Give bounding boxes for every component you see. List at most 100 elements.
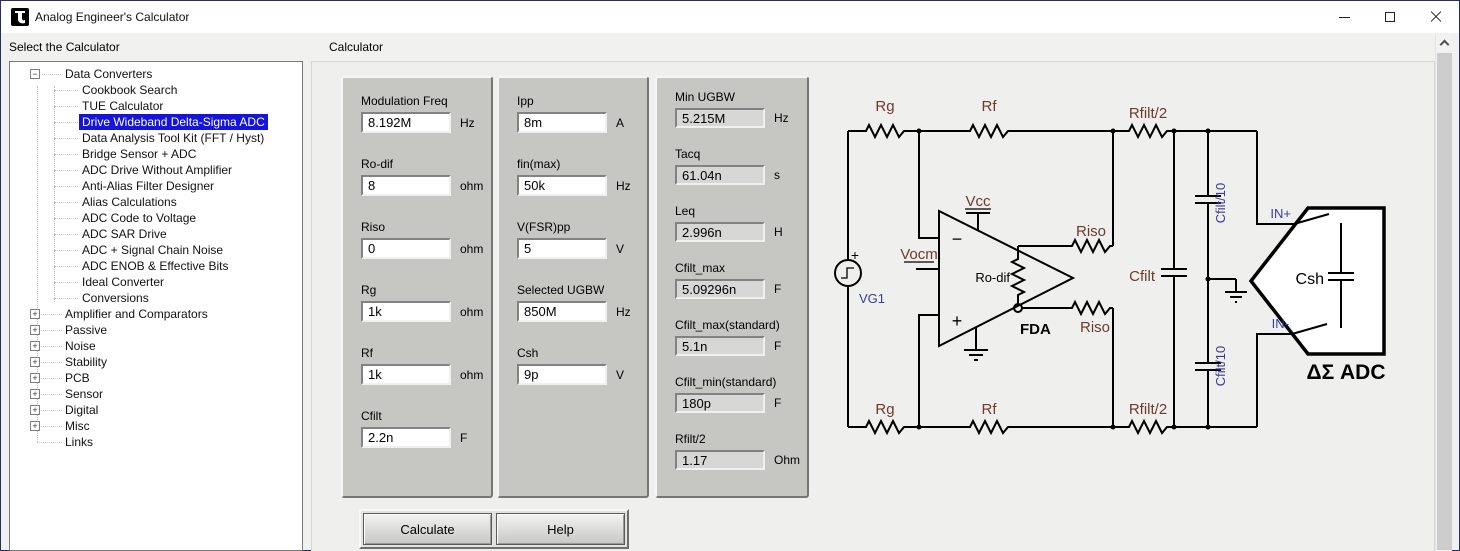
tree-item-pcb[interactable]: PCB — [10, 370, 302, 386]
vg1-label: VG1 — [859, 291, 885, 306]
tree-item-noise[interactable]: Noise — [10, 338, 302, 354]
cfilt-max-standard-output: 5.1n — [675, 336, 765, 356]
tree-item-sensor[interactable]: Sensor — [10, 386, 302, 402]
expander-plus-icon[interactable] — [30, 389, 40, 399]
field-label: fin(max) — [517, 157, 647, 171]
close-button[interactable] — [1413, 1, 1459, 33]
scroll-up-button[interactable] — [1436, 34, 1453, 51]
tree-item-adc-sar-drive[interactable]: ADC SAR Drive — [10, 226, 302, 242]
vertical-scrollbar[interactable] — [1435, 34, 1452, 551]
tacq-output: 61.04n — [675, 165, 765, 185]
calculator-tree: Data Converters Cookbook Search TUE Calc… — [9, 61, 303, 551]
rf-bottom-label: Rf — [982, 401, 998, 418]
modulation-freq-input[interactable] — [361, 112, 451, 133]
rf-input[interactable] — [361, 364, 451, 385]
tree-item-data-converters[interactable]: Data Converters — [10, 66, 302, 82]
unit-label: A — [616, 116, 624, 130]
expander-plus-icon[interactable] — [30, 325, 40, 335]
minimize-button[interactable] — [1321, 1, 1367, 33]
window-title: Analog Engineer's Calculator — [35, 10, 189, 24]
tree-item-conversions[interactable]: Conversions — [10, 290, 302, 306]
adc-label: ΔΣ ADC — [1306, 361, 1385, 384]
field-modulation-freq: Modulation Freq Hz — [361, 94, 491, 157]
select-calculator-label: Select the Calculator — [9, 40, 120, 54]
resistor-rg-bottom — [863, 421, 907, 433]
unit-label: ohm — [460, 305, 483, 319]
tree-item-label: Anti-Alias Filter Designer — [82, 178, 214, 194]
tree-item-adc-code-to-voltage[interactable]: ADC Code to Voltage — [10, 210, 302, 226]
unit-label: V — [616, 242, 624, 256]
tree-item-amplifier-and-comparators[interactable]: Amplifier and Comparators — [10, 306, 302, 322]
field-fin-max: fin(max) Hz — [517, 157, 647, 220]
scrollbar-thumb[interactable] — [1437, 53, 1452, 550]
resistor-ro-dif — [1012, 256, 1024, 298]
expander-plus-icon[interactable] — [30, 341, 40, 351]
unit-label: Hz — [616, 179, 631, 193]
cfilt-label: Cfilt — [1129, 268, 1156, 285]
chevron-up-icon — [1440, 40, 1450, 50]
tree-item-label: Cookbook Search — [82, 82, 177, 98]
expander-plus-icon[interactable] — [30, 405, 40, 415]
tree-item-misc[interactable]: Misc — [10, 418, 302, 434]
ro-dif-input[interactable] — [361, 175, 451, 196]
fin-max-input[interactable] — [517, 175, 607, 196]
tree-item-stability[interactable]: Stability — [10, 354, 302, 370]
expander-plus-icon[interactable] — [30, 357, 40, 367]
tree-item-data-analysis-tool-kit[interactable]: Data Analysis Tool Kit (FFT / Hyst) — [10, 130, 302, 146]
field-csh: Csh V — [517, 346, 647, 409]
unit-label: F — [460, 431, 467, 445]
help-button[interactable]: Help — [496, 513, 625, 545]
output-group: Min UGBW 5.215MHz Tacq 61.04ns Leq 2.996… — [655, 76, 809, 498]
unit-label: H — [774, 225, 783, 239]
subheader: Select the Calculator Calculator — [1, 33, 1459, 59]
ipp-input[interactable] — [517, 112, 607, 133]
tree-item-label: Sensor — [65, 386, 103, 402]
tree-item-label: Data Converters — [65, 66, 152, 82]
tree-item-label: ADC + Signal Chain Noise — [82, 242, 223, 258]
csh-input[interactable] — [517, 364, 607, 385]
tree-item-ideal-converter[interactable]: Ideal Converter — [10, 274, 302, 290]
maximize-button[interactable] — [1367, 1, 1413, 33]
unit-label: F — [774, 282, 781, 296]
unit-label: Hz — [774, 111, 789, 125]
field-vfsr-pp: V(FSR)pp V — [517, 220, 647, 283]
expander-plus-icon[interactable] — [30, 421, 40, 431]
cfilt-input[interactable] — [361, 427, 451, 448]
rfilt-2-output: 1.17 — [675, 450, 765, 470]
field-label: Rf — [361, 346, 491, 360]
tree-item-anti-alias-filter-designer[interactable]: Anti-Alias Filter Designer — [10, 178, 302, 194]
tree-item-label: ADC Code to Voltage — [82, 210, 196, 226]
expander-plus-icon[interactable] — [30, 373, 40, 383]
field-label: Min UGBW — [675, 90, 807, 104]
tree-item-passive[interactable]: Passive — [10, 322, 302, 338]
field-label: Modulation Freq — [361, 94, 491, 108]
expander-plus-icon[interactable] — [30, 309, 40, 319]
tree-item-adc-signal-chain-noise[interactable]: ADC + Signal Chain Noise — [10, 242, 302, 258]
tree-item-tue-calculator[interactable]: TUE Calculator — [10, 98, 302, 114]
tree-item-bridge-sensor-adc[interactable]: Bridge Sensor + ADC — [10, 146, 302, 162]
rg-input[interactable] — [361, 301, 451, 322]
expander-minus-icon[interactable] — [30, 69, 40, 79]
tree-item-drive-wideband-delta-sigma-adc[interactable]: Drive Wideband Delta-Sigma ADC — [10, 114, 302, 130]
vg1-source-symbol — [835, 260, 861, 286]
field-cfilt-max-standard: Cfilt_max(standard) 5.1nF — [675, 318, 807, 375]
field-label: Ro-dif — [361, 157, 491, 171]
tree-item-cookbook-search[interactable]: Cookbook Search — [10, 82, 302, 98]
calculate-button[interactable]: Calculate — [363, 513, 492, 545]
tree-item-label: ADC Drive Without Amplifier — [82, 162, 232, 178]
tree-item-adc-enob-effective-bits[interactable]: ADC ENOB & Effective Bits — [10, 258, 302, 274]
field-label: Rfilt/2 — [675, 432, 807, 446]
cfilt10-top-label: Cfilt/10 — [1213, 183, 1228, 223]
riso-input[interactable] — [361, 238, 451, 259]
rf-top-label: Rf — [982, 98, 998, 115]
tree-item-links[interactable]: Links — [10, 434, 302, 450]
tree-item-digital[interactable]: Digital — [10, 402, 302, 418]
tree-item-adc-drive-without-amplifier[interactable]: ADC Drive Without Amplifier — [10, 162, 302, 178]
min-ugbw-output: 5.215M — [675, 108, 765, 128]
field-cfilt-max: Cfilt_max 5.09296nF — [675, 261, 807, 318]
tree-item-label: ADC ENOB & Effective Bits — [82, 258, 229, 274]
tree-item-alias-calculations[interactable]: Alias Calculations — [10, 194, 302, 210]
vfsr-pp-input[interactable] — [517, 238, 607, 259]
selected-ugbw-input[interactable] — [517, 301, 607, 322]
in-plus-label: IN+ — [1270, 206, 1291, 221]
